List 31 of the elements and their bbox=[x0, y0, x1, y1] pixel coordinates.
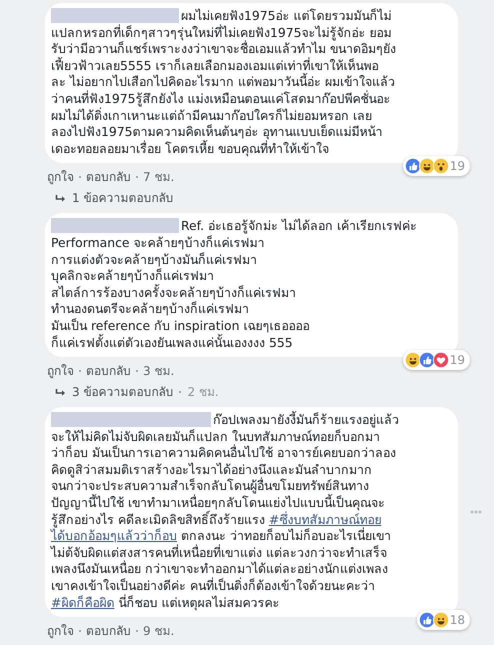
laughing-emoji-icon bbox=[404, 352, 421, 368]
comment-text: ก๊อปเพลงมายังงี้มันก็ร้ายแรงอยู่แล้ว จะให้ไม่คิดไม่จับผิดเลยมันก็แปลก ในบทสัมภาษณ์ทอยก็บอกมา ว่าก็อบ มันเป็นการเอาความคิดคนอื่นไปใช้ อาจารย์เคยบอกว่าลอง คิดดูสิว่าสมมติเราสร้างอะไรมาได้อย่างนึงและมันลำบากมาก จนกว่าจะประสบความสำเร็จกลับโดนผู้อื่นขโมยทรัพย์สินทาง ปัญญานี้ไปใช้ เขาทำมาเหนื่อยๆกลับโดนแย่งไปแบบนี้เป็นคุณจะ รู้สึกอย่างไร คดีละเมิดลิขสิทธิ์ถึงร้ายแรง #ซึ่งบทสัมภาษณ์ทอย ได้บอกอ้อมๆแล้วว่าก็อบ ตกลงนะ ว่าทอยก็อบไม่ก็อบอะไรเนี่ยเขา ไม่ต้จับผิดแต่สงสารคนที่เหนื่อยที่เขาแต่ง แต่ละวงกว่าจะทำเสร็จ เพลงนึงมันเหนื่อย กว่าเขาจะทำออกมาได้แต่ละอย่างนักแต่งเพลง เขาคงเข้าใจเป็นอย่างดีค่ะ คนที่เป็นติ่งก็ต้องเข้าใจด้วยนะคะว่า #ผิดก็คือผิด นี่ก็ชอบ แต่เหตุผลไม่สมควรคะ bbox=[51, 412, 400, 612]
reaction-count: 19 bbox=[450, 352, 465, 370]
view-replies-link[interactable]: 3 ข้อความตอบกลับ bbox=[72, 384, 174, 400]
like-icon bbox=[418, 612, 435, 628]
more-options-icon[interactable] bbox=[470, 510, 482, 514]
like-link[interactable]: ถูกใจ bbox=[47, 623, 74, 640]
reply-link[interactable]: ตอบกลับ bbox=[86, 623, 131, 640]
like-link[interactable]: ถูกใจ bbox=[47, 363, 74, 380]
reply-arrow-icon bbox=[55, 388, 66, 397]
hashtag-link[interactable]: #ซึ่งบทสัมภาษณ์ทอย bbox=[268, 512, 382, 527]
reaction-count: 19 bbox=[450, 158, 465, 176]
reply-link[interactable]: ตอบกลับ bbox=[86, 169, 131, 186]
surprised-emoji-icon bbox=[432, 158, 449, 174]
view-replies-link[interactable]: 1 ข้อความตอบกลับ bbox=[72, 190, 174, 206]
comment-time: 9 ชม. bbox=[143, 623, 174, 640]
like-icon bbox=[418, 352, 435, 368]
hashtag-link[interactable]: ได้บอกอ้อมๆแล้วว่าก็อบ bbox=[51, 528, 177, 544]
reply-time: 2 ชม. bbox=[187, 384, 219, 400]
comment-time: 7 ชม. bbox=[143, 169, 174, 186]
reply-link[interactable]: ตอบกลับ bbox=[86, 363, 131, 380]
laughing-emoji-icon bbox=[418, 158, 435, 174]
reply-arrow-icon bbox=[55, 194, 66, 203]
comment-text: Ref. อ่ะเธอรู้จักม่ะ ไม่ได้ลอก เค้าเรียกเรฟค่ะ Performance จะคล้ายๆบ้างก็แค่เรฟมา การแต่งตัวจะคล้ายๆบ้างมันก็แค่เรฟมา บุคลิกจะคล้ายๆบ้างก็แค่เรฟมา สไตล์การร้องบางครั้งจะคล้ายๆบ้างก็แค่เรฟมา ทำนองดนตรีจะคล้ายๆบ้างก็แค่เรฟมา มันเป็น reference กับ inspiration เฉยๆเธออออ ก็แค่เรฟตั้งแต่ตัวเองยันเพลงแค่นั้นเองงงง 555 bbox=[51, 218, 418, 352]
like-link[interactable]: ถูกใจ bbox=[47, 169, 74, 186]
comment-time: 3 ชม. bbox=[143, 363, 174, 380]
reaction-count: 18 bbox=[450, 612, 465, 630]
hashtag-link[interactable]: #ผิดก็คือผิด bbox=[51, 594, 114, 610]
like-icon bbox=[404, 158, 421, 174]
laughing-emoji-icon bbox=[432, 612, 449, 628]
comment-text: ผมไม่เคยฟัง1975อ่ะ แต่โดยรวมมันก็ไม่ แปลกหรอกที่เด็กๆสาวๆรุ่นใหม่ที่ไม่เคยฟัง1975จะไม่รู้จักอ่ะ ยอม รับว่ามีอวานก็แชร์เพราะงงว่าเขาจะชื่อเอมแล้วทำไม ขนาดอิมๆยัง เฟี้ยวฟ้าวเลย5555 เราก็เลยเลือกมองเอมแต่เท่าที่เขาให้เห็นพอ ละ ไม่อยากไปเสือกไปคิดอะไรมาก แต่พอมาวันนี้อ่ะ ผมเข้าใจแล้ว ว่าคนที่ฟัง1975รู้สึกยังไง แม่งเหมือนตอนแค่โสดมาก๊อปพีคชั่นอะ ผมไม่ได้ติ่งเกาเหานะแต่ถ้ามีคนมาก๊อปใครก็ไม่ยอมหรอก เลย ลองไปฟัง1975ตามความคิดเห็นต้นๆอ่ะ อุทานแบบเย็ดแม่มีหน้า เดอะทอยลอยมาเรื่อย โคตรเหี้ย ขอบคุณที่ทำให้เข้าใจ bbox=[51, 8, 397, 158]
